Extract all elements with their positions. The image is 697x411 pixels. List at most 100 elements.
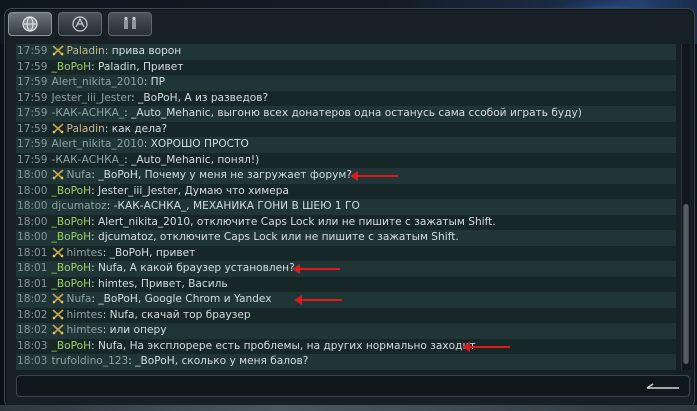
separator: :	[104, 122, 112, 135]
chat-log: 17:59 Paladin: прива ворон 17:59 _BoPoH: Pa…	[16, 44, 676, 370]
message-time: 17:59	[17, 76, 48, 88]
chat-input[interactable]	[16, 375, 690, 397]
chat-message: 18:00 djcumatoz: -КАК-АСНКА_, МЕХАНИКА ГО…	[16, 199, 676, 215]
party-icon	[124, 16, 136, 29]
message-text: ХОРОШО ПРОСТО	[150, 138, 249, 150]
sender-name[interactable]: Nufa	[67, 293, 92, 305]
sender-name[interactable]: _BoPoH	[52, 61, 92, 73]
message-time: 18:01	[17, 277, 48, 290]
message-time: 18:01	[17, 246, 48, 259]
tab-party[interactable]	[108, 12, 152, 36]
chat-message: 18:02 himtes: Nufa, скачай тор браузер	[16, 307, 676, 323]
sender-name[interactable]: djcumatoz	[52, 200, 107, 212]
sender-name[interactable]: Paladin	[67, 123, 105, 135]
crossed-swords-icon	[51, 293, 64, 304]
sender-name[interactable]: _BoPoH	[52, 231, 92, 243]
message-text: Alert_nikita_2010, отключите Caps Lock и…	[97, 215, 496, 228]
crossed-swords-icon	[51, 169, 64, 180]
sender-name[interactable]: -КАК-АСНКА_	[52, 154, 125, 166]
chat-message: 18:00 _BoPoH: Jester_iii_Jester, Думаю чт…	[16, 183, 676, 199]
sender-name[interactable]: _BoPoH	[52, 185, 92, 197]
separator: :	[91, 60, 98, 73]
message-time: 17:59	[17, 45, 48, 57]
highlight-arrow	[350, 171, 398, 181]
guild-icon	[72, 16, 88, 32]
message-text: Nufa, На эксплорере есть проблемы, на др…	[97, 339, 476, 352]
chat-message: 17:59 Paladin: как дела?	[16, 121, 676, 137]
message-text: _Auto_Mehanic, понял!)	[131, 153, 260, 166]
message-time: 18:00	[17, 215, 48, 228]
bottom-border	[0, 405, 697, 411]
sender-name[interactable]: _BoPoH	[52, 278, 92, 290]
message-text: djcumatoz, отключите Caps Lock или не пи…	[97, 231, 459, 243]
message-text: Paladin, Привет	[97, 60, 184, 73]
sender-name[interactable]: himtes	[67, 324, 103, 336]
message-time: 18:03	[17, 355, 48, 367]
separator: :	[91, 262, 98, 274]
chat-message: 17:59 -КАК-АСНКА_: _Auto_Mehanic, понял!)	[16, 152, 676, 168]
message-text: прива ворон	[111, 45, 182, 57]
message-text: _BoPoH, привет	[109, 246, 196, 259]
sender-name[interactable]: _BoPoH	[52, 216, 92, 228]
separator: :	[102, 246, 110, 259]
sender-name[interactable]: himtes	[67, 309, 103, 321]
separator: :	[106, 200, 114, 212]
tab-general[interactable]	[8, 12, 52, 36]
send-arrow-icon[interactable]	[645, 382, 681, 392]
message-text: как дела?	[111, 122, 168, 135]
separator: :	[91, 215, 98, 228]
chat-message: 18:00 Nufa: _BoPoH, Почему у меня не загр…	[16, 168, 676, 184]
tab-guild[interactable]	[58, 12, 102, 36]
message-time: 17:59	[17, 122, 48, 135]
message-time: 18:00	[17, 169, 48, 181]
chat-scrollbar[interactable]	[681, 44, 690, 370]
message-text: _BoPoH, Google Chrom и Yandex	[98, 293, 272, 305]
chat-message: 18:01 _BoPoH: Nufa, А какой браузер устан…	[16, 261, 676, 277]
message-time: 18:03	[17, 339, 48, 352]
separator: :	[143, 76, 151, 88]
globe-icon	[22, 16, 38, 32]
chat-message: 18:03 _BoPoH: Nufa, На эксплорере есть пр…	[16, 338, 676, 354]
message-time: 18:00	[17, 200, 48, 212]
chat-message: 18:00 _BoPoH: Alert_nikita_2010, отключит…	[16, 214, 676, 230]
chat-message: 17:59 Paladin: прива ворон	[16, 44, 676, 60]
chat-tabs	[8, 12, 688, 38]
scroll-thumb[interactable]	[683, 204, 689, 364]
message-time: 17:59	[17, 153, 48, 166]
message-text: или оперу	[109, 324, 167, 336]
sender-name[interactable]: Alert_nikita_2010	[52, 76, 144, 88]
message-text: _BoPoH, Почему у меня не загружает форум…	[98, 169, 352, 181]
separator: :	[91, 339, 98, 352]
message-text: _BoPoH, сколько у меня балов?	[135, 355, 309, 367]
chat-message: 18:01 _BoPoH: himtes, Привет, Василь	[16, 276, 676, 292]
sender-name[interactable]: himtes	[67, 247, 103, 259]
message-time: 17:59	[17, 138, 48, 150]
chat-message: 17:59 Alert_nikita_2010: ПР	[16, 75, 676, 91]
message-time: 18:00	[17, 184, 48, 197]
sender-name[interactable]: Nufa	[67, 169, 92, 181]
chat-message: 17:59 -КАК-АСНКА_: _Auto_Mehanic, выгоню …	[16, 106, 676, 122]
crossed-swords-icon	[51, 45, 64, 56]
chat-message: 17:59 _BoPoH: Paladin, Привет	[16, 59, 676, 75]
sender-name[interactable]: Alert_nikita_2010	[52, 138, 144, 150]
sender-name[interactable]: Paladin	[67, 45, 105, 57]
message-time: 18:02	[17, 324, 48, 336]
sender-name[interactable]: _BoPoH	[52, 340, 92, 352]
chat-message: 18:03 trufoldino_123: _BoPoH, сколько у м…	[16, 354, 676, 370]
chat-message: 18:00 _BoPoH: djcumatoz, отключите Caps L…	[16, 230, 676, 246]
sender-name[interactable]: -КАК-АСНКА_	[52, 107, 125, 119]
sender-name[interactable]: trufoldino_123	[52, 355, 129, 367]
message-text: -КАК-АСНКА_, МЕХАНИКА ГОНИ В ШЕЮ 1 ГО	[113, 200, 360, 212]
chat-message: 17:59 Alert_nikita_2010: ХОРОШО ПРОСТО	[16, 137, 676, 153]
sender-name[interactable]: _BoPoH	[52, 262, 92, 274]
message-time: 17:59	[17, 107, 48, 119]
separator: :	[102, 308, 110, 321]
separator: :	[91, 277, 98, 290]
message-text: ПР	[150, 76, 165, 88]
message-text: himtes, Привет, Василь	[97, 277, 228, 290]
separator: :	[91, 231, 98, 243]
message-time: 18:01	[17, 262, 48, 274]
sender-name[interactable]: Jester_iii_Jester	[52, 92, 132, 104]
message-text: Nufa, скачай тор браузер	[109, 308, 251, 321]
message-time: 17:59	[17, 60, 48, 73]
